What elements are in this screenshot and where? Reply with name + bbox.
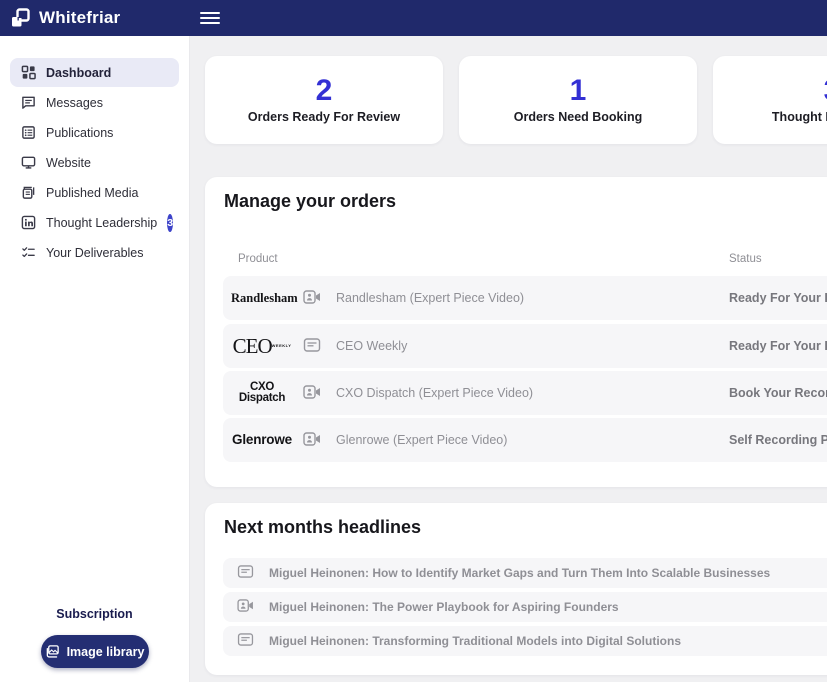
sidebar-item-thought-leadership[interactable]: Thought Leadership 3 xyxy=(10,208,179,237)
headlines-panel: Next months headlines Miguel Heinonen: H… xyxy=(205,503,827,675)
subscription-label: Subscription xyxy=(56,607,133,621)
manage-orders-panel: Manage your orders Product Status Randle… xyxy=(205,177,827,487)
order-status: Self Recording Pending xyxy=(729,433,827,447)
glenrowe-logo: Glenrowe xyxy=(232,432,292,448)
ceo-weekly-logo: CEOWEEKLY xyxy=(232,333,292,358)
column-header-product: Product xyxy=(238,253,278,265)
stat-label: Thought Leadership xyxy=(771,110,827,124)
column-header-status: Status xyxy=(729,253,762,265)
sidebar-item-label: Your Deliverables xyxy=(46,245,144,260)
sidebar-item-publications[interactable]: Publications xyxy=(10,118,179,147)
headlines-title: Next months headlines xyxy=(224,517,422,537)
stat-value: 3 xyxy=(824,76,827,106)
website-icon xyxy=(20,155,36,171)
image-library-icon xyxy=(45,644,60,659)
order-row-glenrowe[interactable]: Glenrowe Glenrowe (Expert Piece Video) S… xyxy=(223,418,827,462)
article-icon xyxy=(237,633,255,649)
order-name: CEO Weekly xyxy=(336,339,408,353)
brand[interactable]: Whitefriar xyxy=(0,7,120,29)
cxo-dispatch-logo: CXO Dispatch xyxy=(238,380,286,404)
video-camera-icon xyxy=(303,385,321,401)
sidebar-item-label: Publications xyxy=(46,125,114,140)
image-library-button-label: Image library xyxy=(66,644,145,659)
sidebar-item-website[interactable]: Website xyxy=(10,148,179,177)
order-row-ceo-weekly[interactable]: CEOWEEKLY CEO Weekly Ready For Your Revi… xyxy=(223,324,827,368)
sidebar-item-dashboard[interactable]: Dashboard xyxy=(10,58,179,87)
image-library-button[interactable]: Image library xyxy=(40,635,149,668)
sidebar-item-label: Messages xyxy=(46,95,103,110)
order-name: Randlesham (Expert Piece Video) xyxy=(336,291,525,305)
checklist-icon xyxy=(20,245,36,261)
publications-icon xyxy=(20,125,36,141)
stat-value: 1 xyxy=(569,74,587,107)
main-content: 2 Orders Ready For Review 1 Orders Need … xyxy=(190,36,827,682)
sidebar-item-label: Published Media xyxy=(46,185,139,200)
whitefriar-logo-icon xyxy=(10,7,32,29)
headline-text: Miguel Heinonen: The Power Playbook for … xyxy=(269,600,619,614)
top-header: Whitefriar xyxy=(0,0,827,36)
stat-card-orders-ready: 2 Orders Ready For Review xyxy=(205,56,443,144)
order-row-cxo-dispatch[interactable]: CXO Dispatch CXO Dispatch (Expert Piece … xyxy=(223,371,827,415)
hamburger-menu-icon[interactable] xyxy=(198,6,222,30)
stat-card-thought-leadership: 3 Thought Leadership xyxy=(713,56,827,144)
dashboard-grid-icon xyxy=(20,65,36,81)
sidebar-item-messages[interactable]: Messages xyxy=(10,88,179,117)
article-icon xyxy=(237,565,255,581)
video-camera-icon xyxy=(303,432,321,448)
headline-row[interactable]: Miguel Heinonen: Transforming Traditiona… xyxy=(223,626,827,656)
thought-leadership-badge: 3 xyxy=(167,213,174,232)
order-name: CXO Dispatch (Expert Piece Video) xyxy=(336,386,534,400)
sidebar-nav: Dashboard Messages Publications Website … xyxy=(0,58,189,268)
linkedin-icon xyxy=(20,215,36,231)
video-camera-icon xyxy=(303,290,321,306)
manage-orders-title: Manage your orders xyxy=(224,191,397,211)
sidebar-item-label: Dashboard xyxy=(46,65,112,80)
headline-row[interactable]: Miguel Heinonen: How to Identify Market … xyxy=(223,558,827,588)
sidebar-item-label: Website xyxy=(46,155,91,170)
brand-name: Whitefriar xyxy=(39,8,121,27)
headline-text: Miguel Heinonen: How to Identify Market … xyxy=(269,566,771,580)
video-camera-icon xyxy=(237,599,255,615)
stat-card-orders-need-booking: 1 Orders Need Booking xyxy=(459,56,697,144)
sidebar-item-published-media[interactable]: Published Media xyxy=(10,178,179,207)
stat-cards-row: 2 Orders Ready For Review 1 Orders Need … xyxy=(205,56,827,144)
sidebar-item-label: Thought Leadership xyxy=(46,215,158,230)
published-media-icon xyxy=(20,185,36,201)
stat-label: Orders Need Booking xyxy=(513,110,643,124)
order-name: Glenrowe (Expert Piece Video) xyxy=(336,433,508,447)
sidebar-item-your-deliverables[interactable]: Your Deliverables xyxy=(10,238,179,267)
order-status: Ready For Your Review xyxy=(729,339,827,353)
sidebar-bottom: Subscription Image library xyxy=(0,607,189,676)
sidebar: Dashboard Messages Publications Website … xyxy=(0,36,190,682)
stat-label: Orders Ready For Review xyxy=(247,110,401,124)
stat-value: 2 xyxy=(315,74,333,107)
order-status: Book Your Recording xyxy=(729,386,827,400)
randlesham-logo: Randlesham xyxy=(231,290,298,305)
order-status: Ready For Your Review xyxy=(729,291,827,305)
article-icon xyxy=(303,338,321,354)
messages-icon xyxy=(20,95,36,111)
headline-row[interactable]: Miguel Heinonen: The Power Playbook for … xyxy=(223,592,827,622)
order-row-randlesham[interactable]: Randlesham Randlesham (Expert Piece Vide… xyxy=(223,276,827,320)
headline-text: Miguel Heinonen: Transforming Traditiona… xyxy=(269,634,682,648)
